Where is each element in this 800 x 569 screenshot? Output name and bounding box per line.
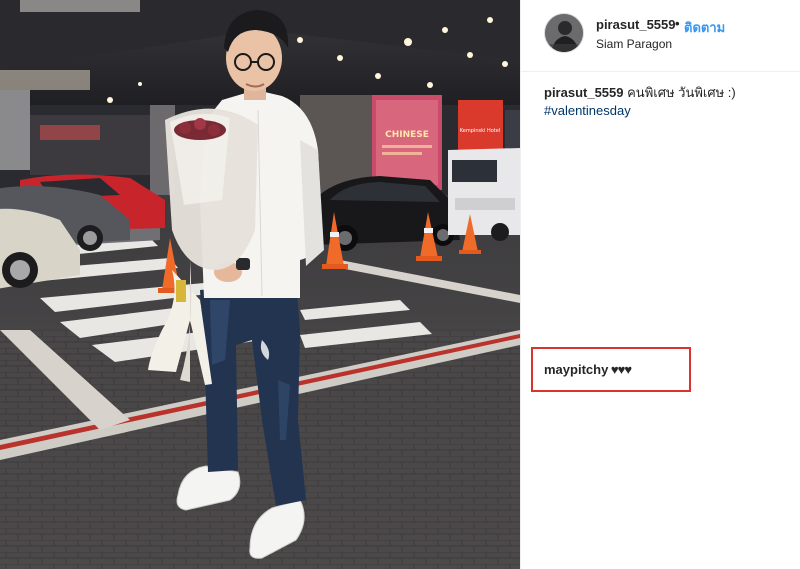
post-photo[interactable]: CHINESE Kempinski Hotel bbox=[0, 0, 520, 569]
photo-scene: CHINESE Kempinski Hotel bbox=[0, 0, 520, 569]
hotel-sign: Kempinski Hotel bbox=[458, 100, 503, 152]
post-author-username[interactable]: pirasut_5559 bbox=[596, 17, 676, 32]
caption-hashtag[interactable]: #valentinesday bbox=[544, 102, 794, 120]
post-location[interactable]: Siam Paragon bbox=[596, 37, 672, 51]
post-side-panel: pirasut_5559 • ติดตาม Siam Paragon piras… bbox=[520, 0, 800, 569]
white-van bbox=[448, 148, 520, 241]
profile-avatar-icon[interactable] bbox=[544, 13, 584, 53]
post-caption: pirasut_5559 คนพิเศษ วันพิเศษ :) #valent… bbox=[544, 84, 794, 120]
svg-text:CHINESE: CHINESE bbox=[385, 130, 429, 140]
comment-username[interactable]: maypitchy bbox=[544, 362, 608, 377]
header-separator: • bbox=[675, 16, 680, 31]
advert-sign: CHINESE bbox=[372, 95, 442, 190]
comment-item: maypitchy ♥♥♥ bbox=[544, 362, 632, 377]
post-header: pirasut_5559 • ติดตาม Siam Paragon bbox=[521, 0, 800, 72]
caption-text: คนพิเศษ วันพิเศษ :) bbox=[623, 85, 736, 100]
comment-text: ♥♥♥ bbox=[608, 362, 632, 377]
caption-username[interactable]: pirasut_5559 bbox=[544, 85, 624, 100]
follow-button[interactable]: ติดตาม bbox=[684, 17, 725, 38]
svg-text:Kempinski Hotel: Kempinski Hotel bbox=[460, 128, 500, 134]
